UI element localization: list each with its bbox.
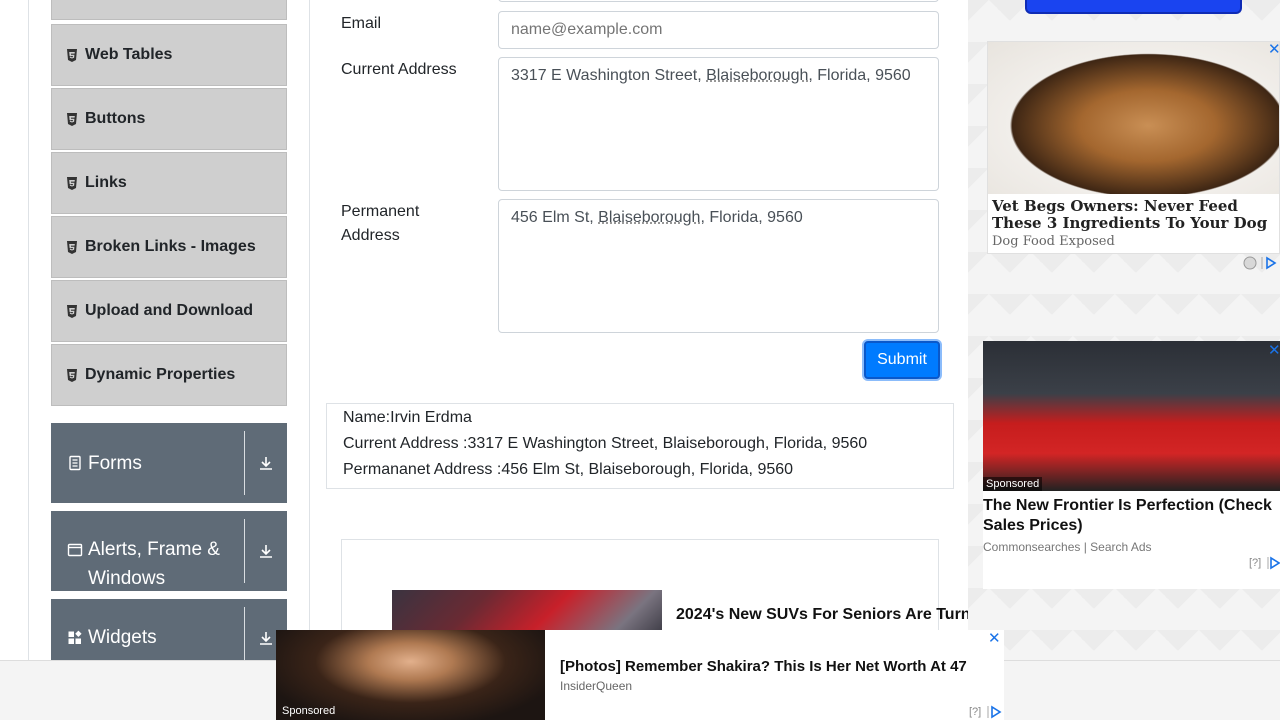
html5-icon	[66, 48, 78, 62]
address-text: , Florida, 9560	[808, 67, 911, 84]
document-icon	[67, 455, 83, 471]
sidebar-item-links[interactable]: Links	[51, 152, 287, 214]
widgets-icon	[67, 630, 83, 646]
sidebar-item-label: Buttons	[85, 110, 146, 127]
ad-source: InsiderQueen	[560, 679, 633, 693]
group-alerts-frame-windows[interactable]: Alerts, Frame & Windows	[51, 511, 287, 591]
sidebar-item-partial[interactable]	[51, 0, 287, 20]
sidebar-item-label: Broken Links - Images	[85, 238, 256, 255]
sponsored-label: Sponsored	[282, 705, 336, 717]
download-arrow-icon[interactable]	[245, 511, 287, 591]
address-text: 3317 E Washington Street,	[511, 67, 707, 84]
output-name: Name:Irvin Erdma	[343, 409, 472, 426]
email-field[interactable]: name@example.com	[498, 11, 939, 49]
close-icon[interactable]: ✕	[1268, 42, 1280, 57]
ad-button[interactable]	[1025, 0, 1242, 14]
bottom-ad[interactable]: Sponsored [Photos] Remember Shakira? Thi…	[276, 630, 1004, 720]
adchoices-icon[interactable]	[1242, 256, 1278, 273]
adchoices-icon[interactable]	[986, 705, 1002, 720]
sidebar-item-label: Web Tables	[85, 46, 173, 63]
group-label: Forms	[88, 452, 142, 474]
sponsored-label: Sponsored	[983, 477, 1043, 491]
permanent-address-field[interactable]: 456 Elm St, Blaiseborough, Florida, 9560	[498, 199, 939, 333]
sidebar-item-upload-download[interactable]: Upload and Download	[51, 280, 287, 342]
html5-icon	[66, 112, 78, 126]
ad-card[interactable]: Vet Begs Owners: Never Feed These 3 Ingr…	[987, 41, 1280, 254]
current-address-field[interactable]: 3317 E Washington Street, Blaiseborough,…	[498, 57, 939, 191]
ad-title[interactable]: The New Frontier Is Perfection (Check Sa…	[983, 491, 1280, 536]
email-label: Email	[341, 15, 382, 32]
ad-source: Dog Food Exposed	[992, 234, 1115, 249]
sidebar-item-label: Links	[85, 174, 127, 191]
output-permanent-address: Permananet Address :456 Elm St, Blaisebo…	[343, 461, 794, 478]
ad-help-link[interactable]: [?]	[969, 706, 981, 718]
output-panel: Name:Irvin Erdma Current Address :3317 E…	[326, 403, 954, 489]
ad-source: Commonsearches | Search Ads	[983, 540, 1152, 554]
close-icon[interactable]: ✕	[1268, 343, 1280, 358]
spellcheck-word: Blaiseborough	[706, 67, 809, 84]
sidebar: Web Tables Buttons Links Broken Links - …	[28, 0, 310, 679]
submit-button[interactable]: Submit	[864, 341, 940, 379]
permanent-address-label: Permanent Address	[341, 203, 420, 244]
spellcheck-word: Blaiseborough	[598, 209, 701, 226]
group-label: Widgets	[88, 627, 157, 648]
ad-image: Sponsored	[983, 341, 1280, 491]
group-forms[interactable]: Forms	[51, 423, 287, 503]
address-text: 456 Elm St,	[511, 209, 599, 226]
sidebar-item-dynamic-properties[interactable]: Dynamic Properties	[51, 344, 287, 406]
ad-title[interactable]: 2024's New SUVs For Seniors Are Turn	[676, 606, 971, 624]
ad-title[interactable]: [Photos] Remember Shakira? This Is Her N…	[560, 658, 967, 675]
sidebar-item-buttons[interactable]: Buttons	[51, 88, 287, 150]
sidebar-item-broken-links[interactable]: Broken Links - Images	[51, 216, 287, 278]
sidebar-item-label: Dynamic Properties	[85, 366, 236, 383]
close-icon[interactable]: ✕	[988, 631, 1001, 646]
sidebar-item-web-tables[interactable]: Web Tables	[51, 24, 287, 86]
ad-image: Sponsored	[276, 630, 545, 720]
full-name-field[interactable]	[498, 0, 939, 2]
window-icon	[67, 542, 83, 558]
ad-help-link[interactable]: [?]	[1249, 557, 1261, 569]
page: Web Tables Buttons Links Broken Links - …	[0, 0, 1280, 720]
output-current-address: Current Address :3317 E Washington Stree…	[343, 435, 868, 452]
ad-card[interactable]: Sponsored The New Frontier Is Perfection…	[983, 341, 1280, 589]
ad-image	[988, 42, 1279, 194]
address-text: , Florida, 9560	[700, 209, 803, 226]
html5-icon	[66, 304, 78, 318]
html5-icon	[66, 240, 78, 254]
group-label: Alerts, Frame & Windows	[88, 539, 220, 589]
current-address-label: Current Address	[341, 61, 457, 78]
ad-title[interactable]: Vet Begs Owners: Never Feed These 3 Ingr…	[988, 194, 1279, 232]
download-arrow-icon[interactable]	[245, 423, 287, 503]
html5-icon	[66, 368, 78, 382]
sidebar-item-label: Upload and Download	[85, 302, 253, 319]
adchoices-icon[interactable]	[1266, 556, 1280, 573]
html5-icon	[66, 176, 78, 190]
